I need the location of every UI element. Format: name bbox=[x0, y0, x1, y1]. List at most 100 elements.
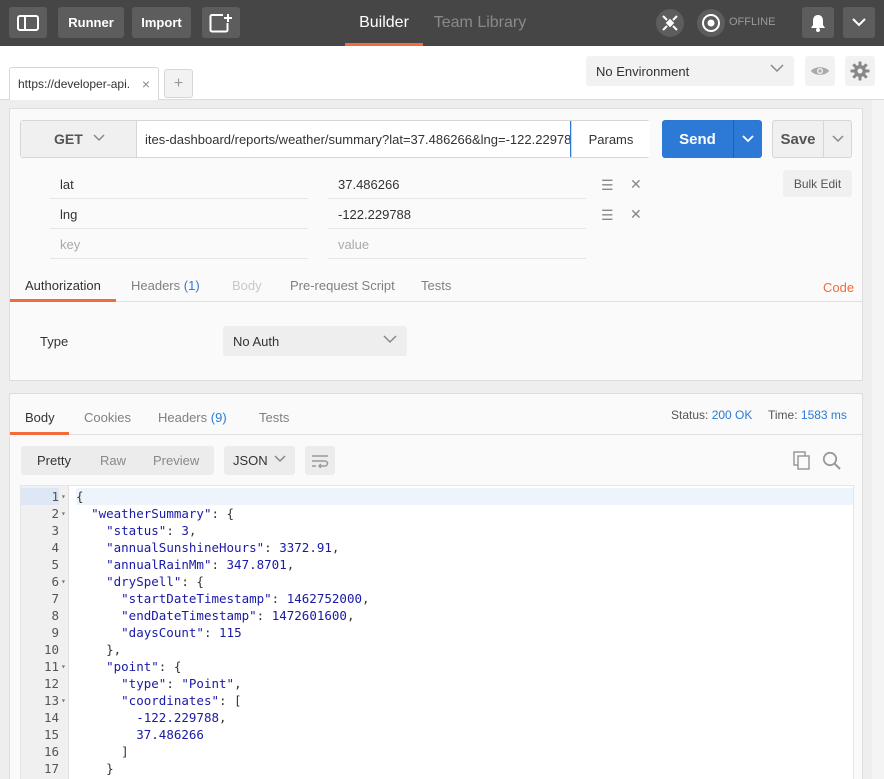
tab-cookies[interactable]: Cookies bbox=[84, 410, 131, 425]
send-button[interactable]: Send bbox=[662, 120, 733, 158]
drag-handle-icon[interactable]: ☰ bbox=[601, 177, 614, 194]
environment-quick-look-button[interactable] bbox=[805, 56, 835, 86]
line-number: 16 bbox=[43, 744, 59, 759]
json-punctuation: : bbox=[256, 608, 272, 623]
param-value-field[interactable]: -122.229788 bbox=[328, 199, 586, 229]
json-punctuation bbox=[76, 540, 106, 555]
param-key-field[interactable]: lat bbox=[50, 169, 308, 199]
json-punctuation bbox=[76, 625, 121, 640]
fold-toggle-icon[interactable]: ▾ bbox=[61, 692, 66, 709]
send-options-button[interactable] bbox=[733, 120, 762, 158]
format-select[interactable]: JSON bbox=[224, 446, 295, 475]
fold-toggle-icon[interactable]: ▾ bbox=[61, 505, 66, 522]
menu-button[interactable] bbox=[843, 7, 875, 38]
json-punctuation: : bbox=[271, 591, 287, 606]
json-punctuation bbox=[76, 608, 121, 623]
notifications-button[interactable] bbox=[802, 7, 834, 38]
interceptor-button[interactable] bbox=[656, 9, 684, 37]
json-key: "type" bbox=[121, 676, 167, 691]
auth-type-select[interactable]: No Auth bbox=[223, 326, 407, 356]
tab-body[interactable]: Body bbox=[232, 278, 262, 293]
line-number: 7 bbox=[51, 591, 59, 606]
fold-toggle-icon[interactable]: ▾ bbox=[61, 573, 66, 590]
view-mode-group: Pretty Raw Preview bbox=[21, 446, 214, 475]
drag-handle-icon[interactable]: ☰ bbox=[601, 207, 614, 224]
view-pretty-button[interactable]: Pretty bbox=[37, 446, 71, 475]
bell-icon bbox=[811, 14, 825, 32]
runner-button[interactable]: Runner bbox=[58, 7, 124, 38]
sync-status-button[interactable] bbox=[697, 9, 725, 37]
gear-icon bbox=[850, 61, 870, 81]
param-key-field[interactable]: lng bbox=[50, 199, 308, 229]
param-key-field[interactable]: key bbox=[50, 229, 308, 259]
tab-builder[interactable]: Builder bbox=[345, 0, 423, 46]
code-text: -122.229788, bbox=[76, 709, 853, 726]
json-value: 1472601600 bbox=[271, 608, 347, 623]
tab-response-tests[interactable]: Tests bbox=[259, 410, 289, 425]
sidebar-toggle-icon bbox=[17, 14, 39, 31]
manage-environments-button[interactable] bbox=[845, 56, 875, 86]
delete-icon[interactable]: ✕ bbox=[630, 176, 642, 193]
request-tab-bar: https://developer-api. × + No Environmen… bbox=[0, 46, 884, 100]
delete-icon[interactable]: ✕ bbox=[630, 206, 642, 223]
code-text: "annualRainMm": 347.8701, bbox=[76, 556, 853, 573]
method-select[interactable]: GET bbox=[21, 121, 137, 157]
param-value-field[interactable]: value bbox=[328, 229, 586, 259]
tab-authorization[interactable]: Authorization bbox=[25, 278, 101, 293]
line-number: 6 bbox=[51, 574, 59, 589]
json-punctuation: : { bbox=[158, 659, 182, 674]
json-punctuation bbox=[76, 506, 91, 521]
import-button[interactable]: Import bbox=[132, 7, 191, 38]
code-text: } bbox=[76, 760, 853, 777]
response-body-code[interactable]: 1 ▾{2 ▾ "weatherSummary": {3 "status": 3, 4… bbox=[20, 485, 854, 779]
sidebar-toggle-button[interactable] bbox=[9, 7, 47, 38]
copy-icon[interactable] bbox=[793, 451, 811, 470]
bulk-edit-button[interactable]: Bulk Edit bbox=[783, 170, 852, 197]
new-window-button[interactable] bbox=[202, 7, 240, 38]
view-preview-button[interactable]: Preview bbox=[153, 446, 199, 475]
tab-headers[interactable]: Headers (1) bbox=[131, 278, 200, 293]
format-value: JSON bbox=[233, 453, 268, 468]
json-punctuation bbox=[76, 693, 121, 708]
param-value-field[interactable]: 37.486266 bbox=[328, 169, 586, 199]
tab-response-headers[interactable]: Headers (9) bbox=[158, 410, 227, 425]
json-key: "startDateTimestamp" bbox=[121, 591, 272, 606]
search-icon[interactable] bbox=[822, 451, 841, 470]
tab-tests[interactable]: Tests bbox=[421, 278, 451, 293]
json-punctuation: : { bbox=[181, 574, 204, 589]
tab-pre-request-script[interactable]: Pre-request Script bbox=[290, 278, 395, 293]
chevron-down-icon bbox=[852, 18, 866, 27]
fold-toggle-icon[interactable]: ▾ bbox=[61, 488, 66, 505]
add-tab-button[interactable]: + bbox=[164, 69, 193, 98]
environment-select[interactable]: No Environment bbox=[586, 56, 794, 86]
wrap-lines-button[interactable] bbox=[305, 446, 335, 475]
save-options-button[interactable] bbox=[823, 120, 852, 158]
code-link[interactable]: Code bbox=[823, 280, 854, 295]
line-number: 3 bbox=[51, 523, 59, 538]
view-raw-button[interactable]: Raw bbox=[100, 446, 126, 475]
tab-response-body[interactable]: Body bbox=[25, 410, 55, 425]
status-indicator: Status: 200 OK bbox=[671, 408, 752, 422]
code-text: "startDateTimestamp": 1462752000, bbox=[76, 590, 853, 607]
scrollbar[interactable] bbox=[872, 100, 884, 779]
line-number: 13 bbox=[43, 693, 59, 708]
fold-toggle-icon[interactable]: ▾ bbox=[61, 658, 66, 675]
code-line: 9 "daysCount": 115 bbox=[21, 624, 853, 641]
request-tab[interactable]: https://developer-api. × bbox=[9, 67, 159, 100]
code-text: "type": "Point", bbox=[76, 675, 853, 692]
new-window-icon bbox=[209, 13, 232, 32]
json-punctuation: } bbox=[76, 761, 114, 776]
json-punctuation bbox=[76, 574, 106, 589]
code-line: 17 } bbox=[21, 760, 853, 777]
tab-team-library[interactable]: Team Library bbox=[432, 0, 528, 46]
save-button[interactable]: Save bbox=[772, 120, 824, 158]
request-tab-label: https://developer-api. bbox=[18, 77, 131, 91]
close-tab-icon[interactable]: × bbox=[142, 76, 150, 92]
params-button[interactable]: Params bbox=[571, 121, 650, 157]
request-subtabs: Authorization Headers (1) Body Pre-reque… bbox=[10, 272, 862, 302]
json-punctuation: : [ bbox=[219, 693, 242, 708]
line-number: 8 bbox=[51, 608, 59, 623]
active-tab-indicator bbox=[10, 432, 69, 435]
url-input[interactable] bbox=[137, 121, 571, 157]
json-key: "annualRainMm" bbox=[106, 557, 212, 572]
